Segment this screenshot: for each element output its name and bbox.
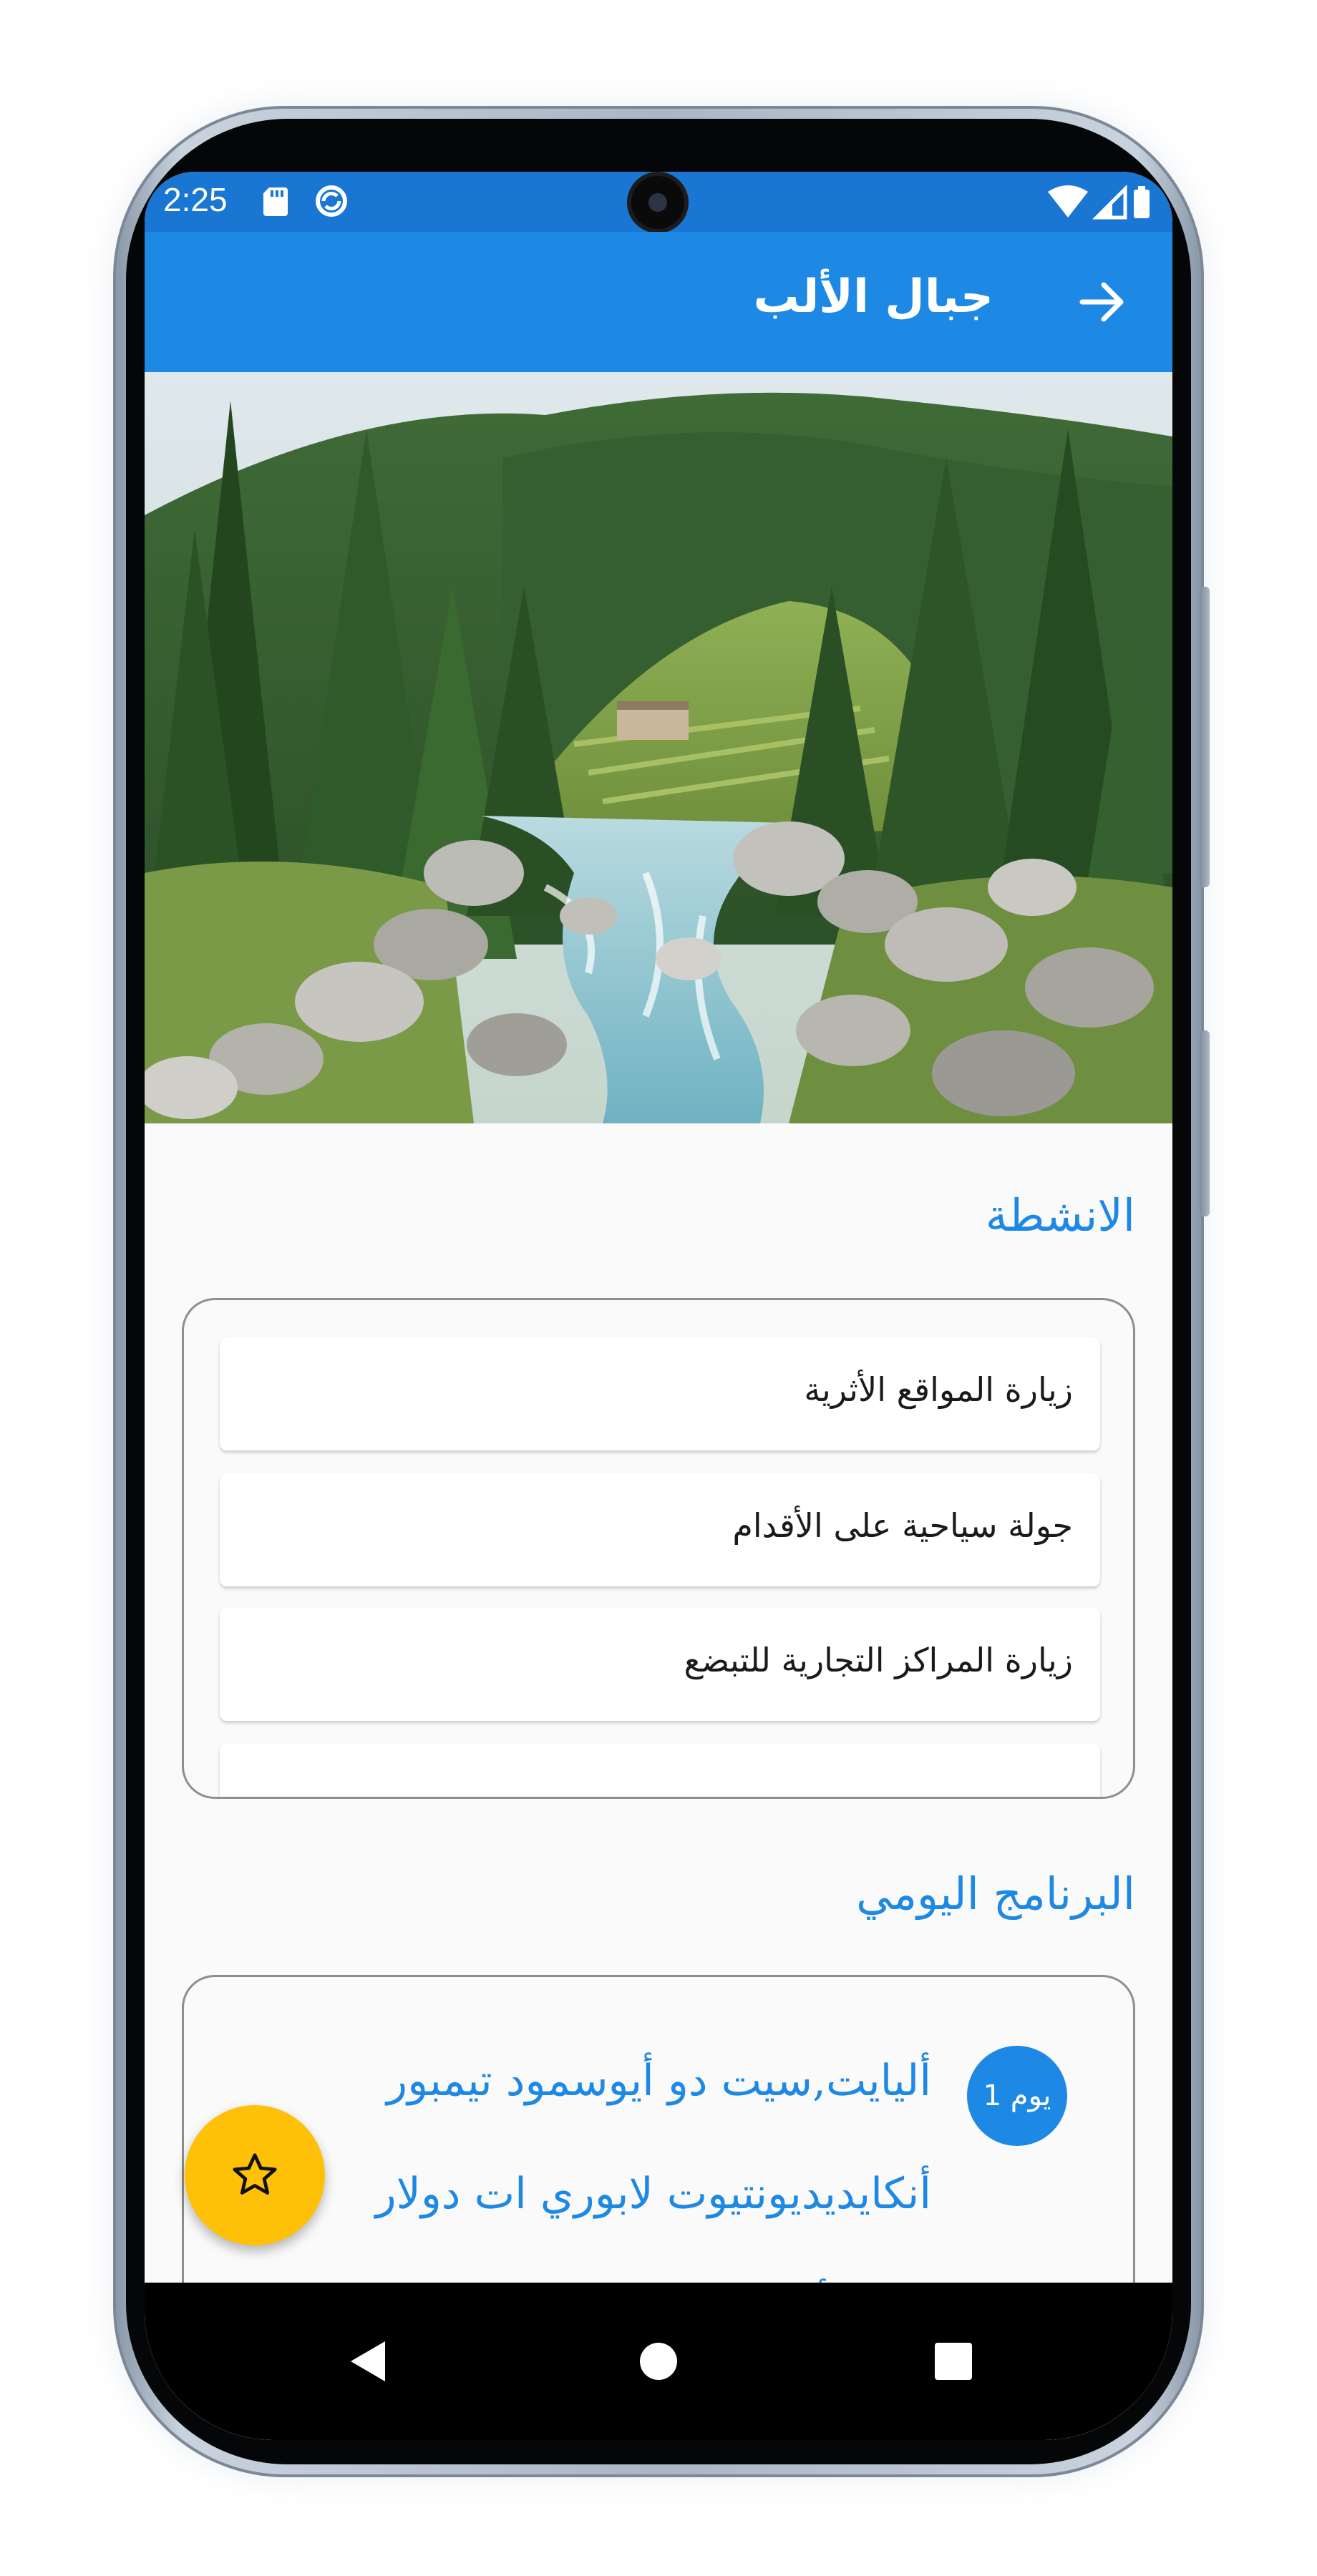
app-bar: جبال الألب [145,232,1172,372]
volume-button [1200,1030,1210,1216]
daily-program-title: البرنامج اليومي [856,1868,1135,1920]
activity-item-shopping[interactable]: زيارة المراكز التجارية للتبضع [220,1608,1100,1721]
sync-icon [314,183,349,222]
activities-title: الانشطة [985,1189,1135,1241]
nav-back-button[interactable] [328,2321,408,2401]
hero-image [145,372,1172,1123]
activity-item-ruins[interactable]: زيارة المواقع الأثرية [220,1337,1100,1450]
back-triangle-icon [351,2341,385,2381]
day-badge: يوم 1 [967,2046,1067,2146]
nav-recents-button[interactable] [913,2321,993,2401]
activity-item-walking-tour[interactable]: جولة سياحية على الأقدام [220,1473,1100,1586]
phone-screen: 2:25 جبال الألب الانشطة زيارة المواقع ال… [145,172,1172,2440]
battery-icon [1134,186,1150,218]
status-time: 2:25 [163,181,228,218]
content-area: الانشطة زيارة المواقع الأثرية جولة سياحي… [145,1123,1172,2440]
cell-signal-icon [1092,184,1127,220]
activity-label: زيارة المواقع الأثرية [804,1370,1073,1409]
page-title: جبال الألب [753,270,993,323]
back-button[interactable] [1069,269,1135,335]
camera-lens [648,193,667,212]
status-right-icons [1048,184,1162,223]
activity-label: زيارة المراكز التجارية للتبضع [684,1641,1074,1679]
nav-home-button[interactable] [618,2321,699,2401]
day-text-line: أليايت,سيت دو أيوسمود تيمبور [387,2056,931,2106]
power-button [1200,587,1210,887]
day-text-line: أنكايديديونتيوت لابوري ات دولار [375,2169,931,2219]
favorite-fab[interactable] [185,2105,325,2245]
star-outline-icon [233,2153,277,2195]
recents-square-icon [935,2343,972,2380]
front-camera [627,172,689,233]
navigation-bar [145,2283,1172,2440]
activity-item-partial[interactable] [220,1744,1100,1797]
sd-card-icon [263,187,288,219]
status-bar: 2:25 [145,172,1172,233]
home-circle-icon [640,2343,677,2380]
activities-card[interactable]: زيارة المواقع الأثرية جولة سياحية على ال… [182,1298,1135,1799]
wifi-icon [1048,185,1088,218]
arrow-right-icon [1079,282,1124,322]
activity-label: جولة سياحية على الأقدام [732,1506,1073,1545]
